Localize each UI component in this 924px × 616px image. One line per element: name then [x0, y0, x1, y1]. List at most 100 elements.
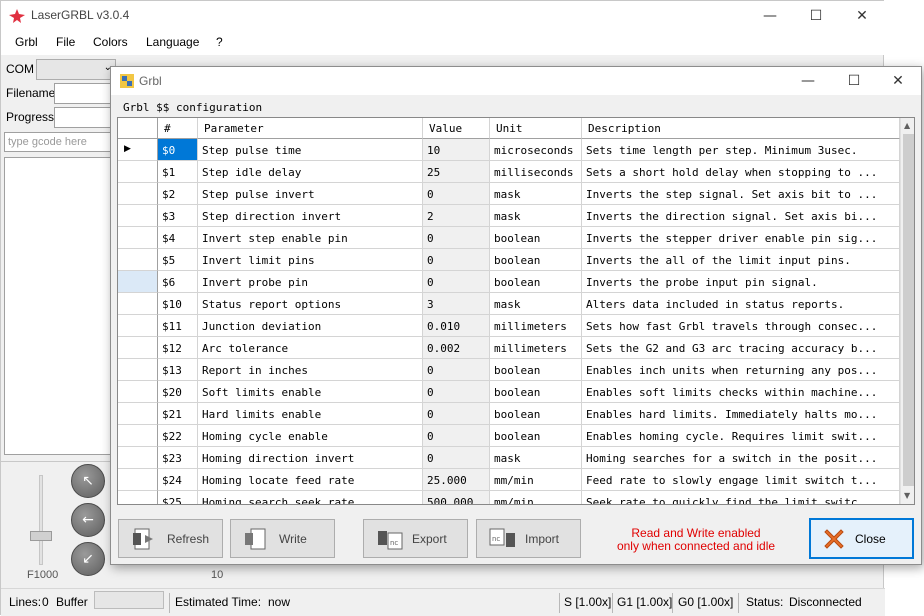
table-row[interactable]: $10 Status report options 3 mask Alters data… [118, 293, 900, 315]
close-label: Close [855, 531, 886, 546]
cell-value[interactable]: 0.010 [423, 315, 490, 337]
table-row[interactable]: $1 Step idle delay 25 milliseconds Sets a sh… [118, 161, 900, 183]
menu-grbl[interactable]: Grbl [15, 35, 38, 49]
row-header[interactable] [118, 161, 158, 183]
table-row[interactable]: $21 Hard limits enable 0 boolean Enables har… [118, 403, 900, 425]
table-row[interactable]: $5 Invert limit pins 0 boolean Inverts the a… [118, 249, 900, 271]
cell-value[interactable]: 0 [423, 249, 490, 271]
row-header[interactable] [118, 315, 158, 337]
row-header[interactable] [118, 491, 158, 504]
gcode-history-list[interactable] [4, 157, 112, 455]
import-button[interactable]: nc Import [476, 519, 581, 558]
feed-slider-track[interactable] [39, 475, 43, 565]
table-row[interactable]: $13 Report in inches 0 boolean Enables inch … [118, 359, 900, 381]
row-header[interactable] [118, 249, 158, 271]
cell-value[interactable]: 0 [423, 425, 490, 447]
gcode-input[interactable]: type gcode here [4, 132, 112, 152]
table-row[interactable]: $25 Homing search seek rate 500.000 mm/min S… [118, 491, 900, 504]
cell-value[interactable]: 0 [423, 359, 490, 381]
cell-value[interactable]: 500.000 [423, 491, 490, 504]
table-row[interactable]: $6 Invert probe pin 0 boolean Inverts the pr… [118, 271, 900, 293]
cell-value[interactable]: 0.002 [423, 337, 490, 359]
table-row[interactable]: ▶ $0 Step pulse time 10 microseconds Sets tim… [118, 139, 900, 161]
table-row[interactable]: $3 Step direction invert 2 mask Inverts the … [118, 205, 900, 227]
cell-unit: boolean [490, 227, 582, 249]
cell-value[interactable]: 25.000 [423, 469, 490, 491]
column-header-parameter[interactable]: Parameter [198, 118, 423, 139]
row-header[interactable]: ▶ [118, 139, 158, 161]
cell-parameter: Homing search seek rate [198, 491, 423, 504]
row-header[interactable] [118, 271, 158, 293]
g1-override[interactable]: G1 [1.00x] [617, 595, 672, 609]
feed-slider-thumb[interactable] [30, 531, 52, 541]
row-header[interactable] [118, 205, 158, 227]
row-header[interactable] [118, 381, 158, 403]
row-header[interactable] [118, 227, 158, 249]
cell-value[interactable]: 0 [423, 183, 490, 205]
cell-value[interactable]: 0 [423, 271, 490, 293]
cell-id: $5 [158, 249, 198, 271]
jog-nw-button[interactable]: ↖ [71, 464, 105, 498]
vertical-scrollbar[interactable]: ▲ ▼ [900, 118, 914, 504]
row-header[interactable] [118, 337, 158, 359]
write-button[interactable]: Write [230, 519, 335, 558]
cell-description: Sets a short hold delay when stopping to… [582, 161, 900, 183]
row-header[interactable] [118, 403, 158, 425]
table-row[interactable]: $20 Soft limits enable 0 boolean Enables sof… [118, 381, 900, 403]
column-header-value[interactable]: Value [423, 118, 490, 139]
filename-field[interactable] [54, 83, 112, 104]
cell-description: Seek rate to quickly find the limit swit… [582, 491, 900, 504]
scrollbar-thumb[interactable] [903, 134, 914, 486]
menu-language[interactable]: Language [146, 35, 199, 49]
menu-colors[interactable]: Colors [93, 35, 128, 49]
config-grid[interactable]: # Parameter Value Unit Description ▶ $0 St… [117, 117, 915, 505]
cell-parameter: Step direction invert [198, 205, 423, 227]
table-row[interactable]: $23 Homing direction invert 0 mask Homing se… [118, 447, 900, 469]
dialog-maximize-button[interactable]: ☐ [831, 67, 877, 95]
scroll-up-icon[interactable]: ▲ [904, 121, 910, 130]
row-header[interactable] [118, 469, 158, 491]
cell-value[interactable]: 25 [423, 161, 490, 183]
cell-value[interactable]: 0 [423, 381, 490, 403]
minimize-button[interactable]: — [747, 1, 793, 31]
column-header-id[interactable]: # [158, 118, 198, 139]
close-x-icon [824, 528, 844, 549]
jog-step-label: 10 [211, 569, 224, 581]
cell-description: Sets how fast Grbl travels through conse… [582, 315, 900, 337]
table-row[interactable]: $4 Invert step enable pin 0 boolean Inverts … [118, 227, 900, 249]
column-header-description[interactable]: Description [582, 118, 900, 139]
g0-override[interactable]: G0 [1.00x] [678, 595, 733, 609]
table-row[interactable]: $12 Arc tolerance 0.002 millimeters Sets the… [118, 337, 900, 359]
row-header[interactable] [118, 183, 158, 205]
table-row[interactable]: $11 Junction deviation 0.010 millimeters Set… [118, 315, 900, 337]
cell-value[interactable]: 0 [423, 403, 490, 425]
jog-sw-button[interactable]: ↙ [71, 542, 105, 576]
refresh-button[interactable]: Refresh [118, 519, 223, 558]
cell-value[interactable]: 0 [423, 227, 490, 249]
table-row[interactable]: $22 Homing cycle enable 0 boolean Enables ho… [118, 425, 900, 447]
row-header[interactable] [118, 447, 158, 469]
close-window-button[interactable]: ✕ [839, 1, 885, 31]
column-header-unit[interactable]: Unit [490, 118, 582, 139]
export-button[interactable]: nc Export [363, 519, 468, 558]
s-override[interactable]: S [1.00x] [564, 595, 611, 609]
maximize-button[interactable]: ☐ [793, 1, 839, 31]
scroll-down-icon[interactable]: ▼ [904, 491, 910, 500]
dialog-close-x-button[interactable]: ✕ [875, 67, 921, 95]
row-header[interactable] [118, 425, 158, 447]
cell-value[interactable]: 10 [423, 139, 490, 161]
close-button[interactable]: Close [809, 518, 914, 559]
table-row[interactable]: $24 Homing locate feed rate 25.000 mm/min Fe… [118, 469, 900, 491]
jog-w-button[interactable]: ← [71, 503, 105, 537]
table-row[interactable]: $2 Step pulse invert 0 mask Inverts the step… [118, 183, 900, 205]
cell-value[interactable]: 0 [423, 447, 490, 469]
menu-help[interactable]: ? [216, 35, 223, 49]
row-header[interactable] [118, 359, 158, 381]
cell-value[interactable]: 2 [423, 205, 490, 227]
menu-file[interactable]: File [56, 35, 75, 49]
row-header[interactable] [118, 293, 158, 315]
cell-value[interactable]: 3 [423, 293, 490, 315]
cell-unit: mask [490, 293, 582, 315]
com-port-select[interactable]: ⌄ [36, 59, 116, 80]
dialog-minimize-button[interactable]: — [785, 67, 831, 95]
